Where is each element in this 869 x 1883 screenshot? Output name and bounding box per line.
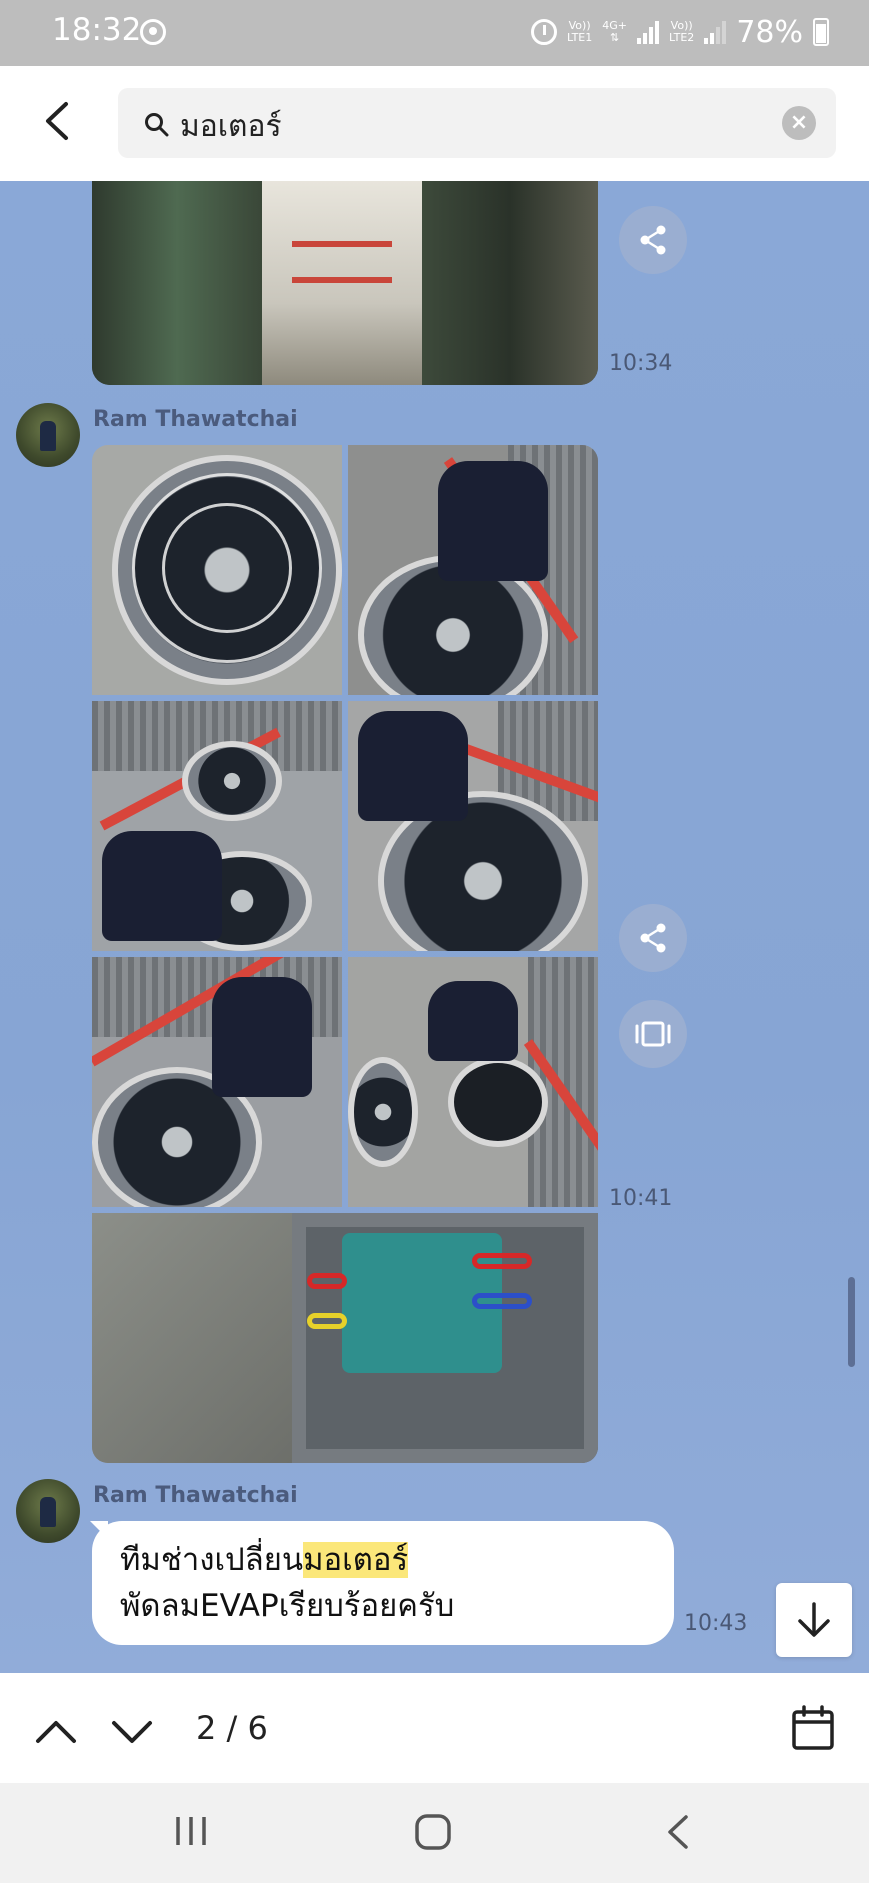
search-icon — [145, 113, 169, 137]
arrow-down-icon — [798, 1602, 830, 1637]
search-highlight: มอเตอร์ — [303, 1542, 409, 1578]
photo-tile[interactable] — [92, 701, 342, 951]
photo-tile[interactable] — [348, 957, 598, 1207]
previous-result-button[interactable] — [34, 1709, 78, 1753]
recent-apps-icon — [176, 1817, 206, 1845]
chevron-up-icon — [36, 1721, 76, 1743]
network-1-label: Vo)) LTE1 — [567, 20, 592, 44]
next-result-button[interactable] — [110, 1709, 154, 1753]
alarm-icon — [530, 19, 557, 45]
search-query: มอเตอร์ — [180, 109, 282, 144]
collage-icon — [635, 1021, 671, 1047]
battery-percent: 78% — [736, 14, 803, 50]
system-back-button[interactable] — [664, 1813, 694, 1855]
chevron-down-icon — [112, 1721, 152, 1743]
network-2-label: Vo)) LTE2 — [669, 20, 694, 44]
status-bar: 18:32 Vo)) LTE1 4G+ ⇅ Vo)) LTE2 78% — [0, 0, 869, 66]
photo-tile[interactable] — [348, 445, 598, 695]
home-button[interactable] — [414, 1813, 452, 1855]
photo-room — [262, 181, 422, 385]
network-2-bottom: LTE2 — [669, 31, 695, 44]
system-back-icon — [668, 1815, 688, 1849]
match-count: 2 / 6 — [196, 1709, 268, 1747]
photo-tile[interactable] — [92, 957, 342, 1207]
scrollbar-thumb[interactable] — [848, 1277, 855, 1367]
back-arrow-icon — [46, 102, 68, 140]
message-text: ทีมช่างเปลี่ยน — [120, 1542, 304, 1578]
recent-apps-button[interactable] — [174, 1813, 208, 1853]
sync-icon — [140, 19, 166, 45]
sender-name: Ram Thawatchai — [93, 1483, 298, 1508]
data-arrows-icon: ⇅ — [610, 31, 620, 44]
photo-tile[interactable] — [348, 701, 598, 951]
share-icon — [640, 225, 666, 255]
calendar-icon — [792, 1705, 834, 1750]
calendar-button[interactable] — [791, 1705, 835, 1751]
share-button[interactable] — [619, 206, 687, 274]
clear-icon[interactable]: × — [782, 106, 816, 140]
scroll-to-bottom-button[interactable] — [776, 1583, 852, 1657]
photo-grid — [92, 445, 598, 1463]
text-message-bubble[interactable]: ทีมช่างเปลี่ยนมอเตอร์ พัดลมEVAPเรียบร้อย… — [92, 1521, 674, 1645]
photo-tile[interactable] — [92, 1213, 598, 1463]
home-icon — [415, 1814, 451, 1850]
status-icons: Vo)) LTE1 4G+ ⇅ Vo)) LTE2 78% — [530, 14, 829, 50]
photo-door-right — [422, 181, 598, 385]
share-button[interactable] — [619, 904, 687, 972]
battery-icon — [813, 18, 829, 46]
back-button[interactable] — [34, 96, 84, 146]
message-photo[interactable] — [92, 181, 598, 385]
search-nav-bar: 2 / 6 — [0, 1673, 869, 1783]
message-time: 10:34 — [609, 351, 673, 376]
signal-1-icon — [637, 20, 660, 44]
message-line-2: พัดลมEVAPเรียบร้อยครับ — [120, 1588, 455, 1624]
photo-door-left — [92, 181, 262, 385]
photo-tile[interactable] — [92, 445, 342, 695]
share-icon — [640, 923, 666, 953]
message-time: 10:43 — [684, 1611, 748, 1636]
chat-area[interactable]: 10:34 Ram Thawatchai 10:41 Ram Thawatcha… — [0, 181, 869, 1673]
message-time: 10:41 — [609, 1186, 673, 1211]
signal-2-icon — [704, 20, 727, 44]
network-type-label: 4G+ ⇅ — [602, 20, 627, 44]
search-input[interactable]: มอเตอร์ × — [118, 88, 836, 158]
avatar[interactable] — [16, 403, 80, 467]
status-time: 18:32 — [52, 12, 142, 48]
message-line-1: ทีมช่างเปลี่ยนมอเตอร์ — [120, 1537, 646, 1583]
collage-button[interactable] — [619, 1000, 687, 1068]
search-header: มอเตอร์ × — [0, 66, 869, 181]
system-nav-bar — [0, 1783, 869, 1883]
avatar[interactable] — [16, 1479, 80, 1543]
network-1-bottom: LTE1 — [566, 31, 593, 44]
sender-name: Ram Thawatchai — [93, 407, 298, 432]
